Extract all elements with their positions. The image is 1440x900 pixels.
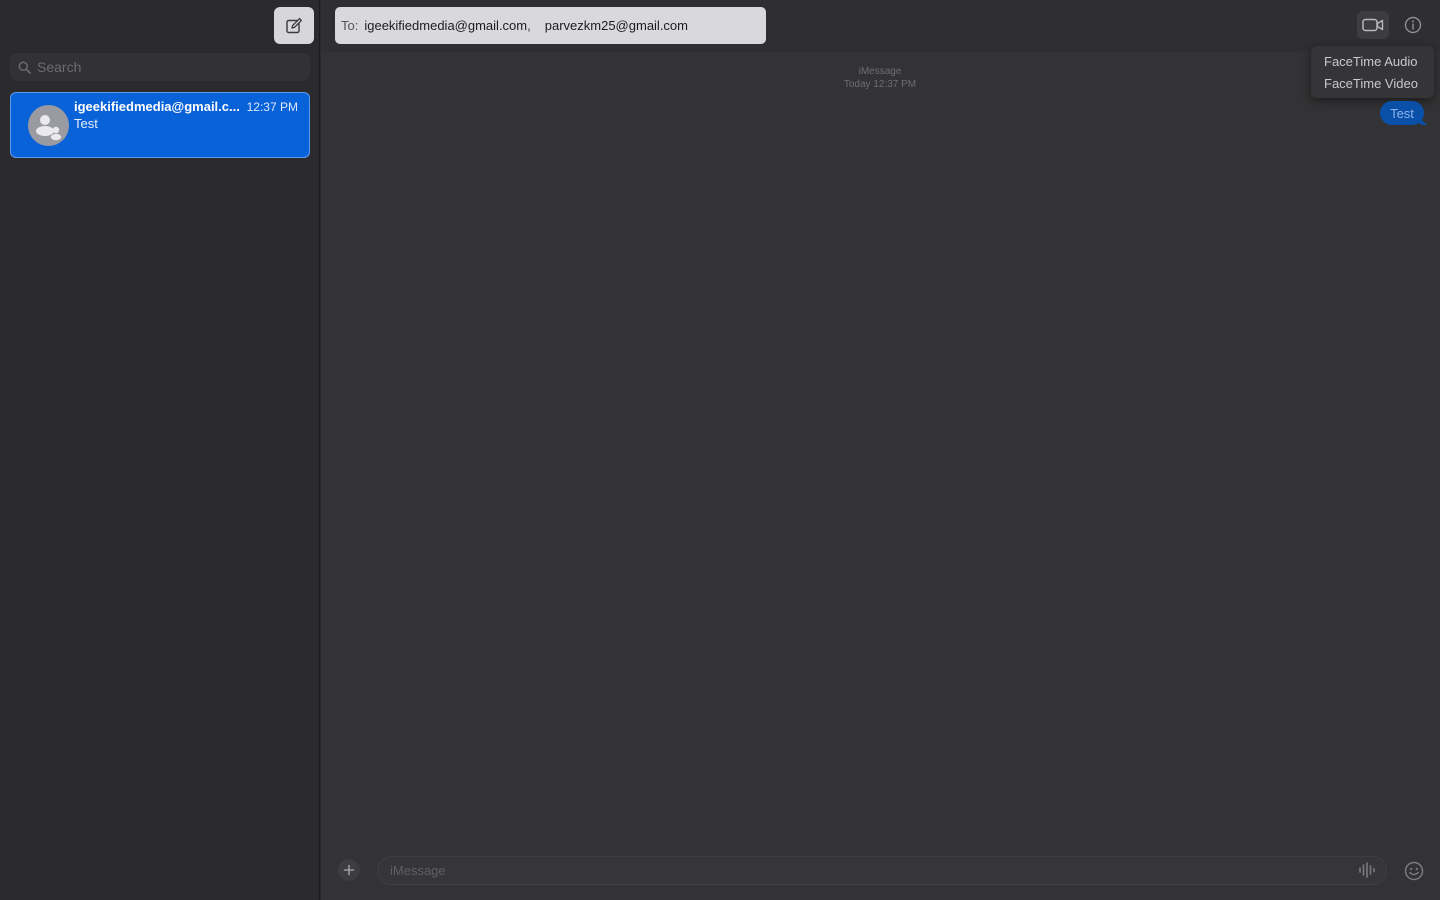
emoji-button[interactable] xyxy=(1403,860,1424,881)
messages-window: Search igeekifiedmedia@gmail.c... 12:37 … xyxy=(0,0,1440,900)
menu-item-facetime-video[interactable]: FaceTime Video xyxy=(1311,75,1434,97)
thread-timestamp: Today 12:37 PM xyxy=(843,79,917,90)
conversation-preview: Test xyxy=(74,116,98,131)
facetime-button[interactable] xyxy=(1357,11,1389,39)
waveform-icon xyxy=(1359,862,1375,878)
recipient-token[interactable]: igeekifiedmedia@gmail.com xyxy=(364,18,527,33)
video-camera-icon xyxy=(1362,18,1384,32)
emoji-icon xyxy=(1404,861,1423,880)
search-icon xyxy=(18,61,31,74)
thread-header: iMessage Today 12:37 PM xyxy=(780,65,980,91)
info-icon xyxy=(1404,16,1422,34)
recipients-field[interactable]: To: igeekifiedmedia@gmail.com , parvezkm… xyxy=(335,7,766,44)
search-field[interactable]: Search xyxy=(10,53,310,81)
plus-icon xyxy=(343,864,355,876)
message-input[interactable] xyxy=(377,856,1387,885)
compose-icon xyxy=(286,17,303,33)
conversation-name: igeekifiedmedia@gmail.c... xyxy=(74,99,240,114)
service-label: iMessage xyxy=(858,66,902,77)
search-placeholder: Search xyxy=(37,59,82,75)
recipient-token[interactable]: parvezkm25@gmail.com xyxy=(545,18,688,33)
message-bubble-outgoing[interactable]: Test xyxy=(1380,101,1424,125)
recipient-separator: , xyxy=(527,18,531,33)
audio-message-button[interactable] xyxy=(1357,861,1377,879)
apps-button[interactable] xyxy=(338,859,360,881)
to-label: To: xyxy=(341,18,359,33)
compose-button[interactable] xyxy=(274,7,314,44)
facetime-menu: FaceTime Audio FaceTime Video xyxy=(1311,46,1434,98)
menu-item-facetime-audio[interactable]: FaceTime Audio xyxy=(1311,53,1434,75)
info-button[interactable] xyxy=(1401,13,1425,37)
conversation-pane: To: igeekifiedmedia@gmail.com , parvezkm… xyxy=(321,0,1440,900)
group-avatar-icon xyxy=(28,105,69,146)
toolbar: To: igeekifiedmedia@gmail.com , parvezkm… xyxy=(321,0,1440,52)
conversation-time: 12:37 PM xyxy=(246,100,298,114)
conversation-item[interactable]: igeekifiedmedia@gmail.c... 12:37 PM Test xyxy=(10,92,310,158)
sidebar: Search igeekifiedmedia@gmail.c... 12:37 … xyxy=(0,0,320,900)
